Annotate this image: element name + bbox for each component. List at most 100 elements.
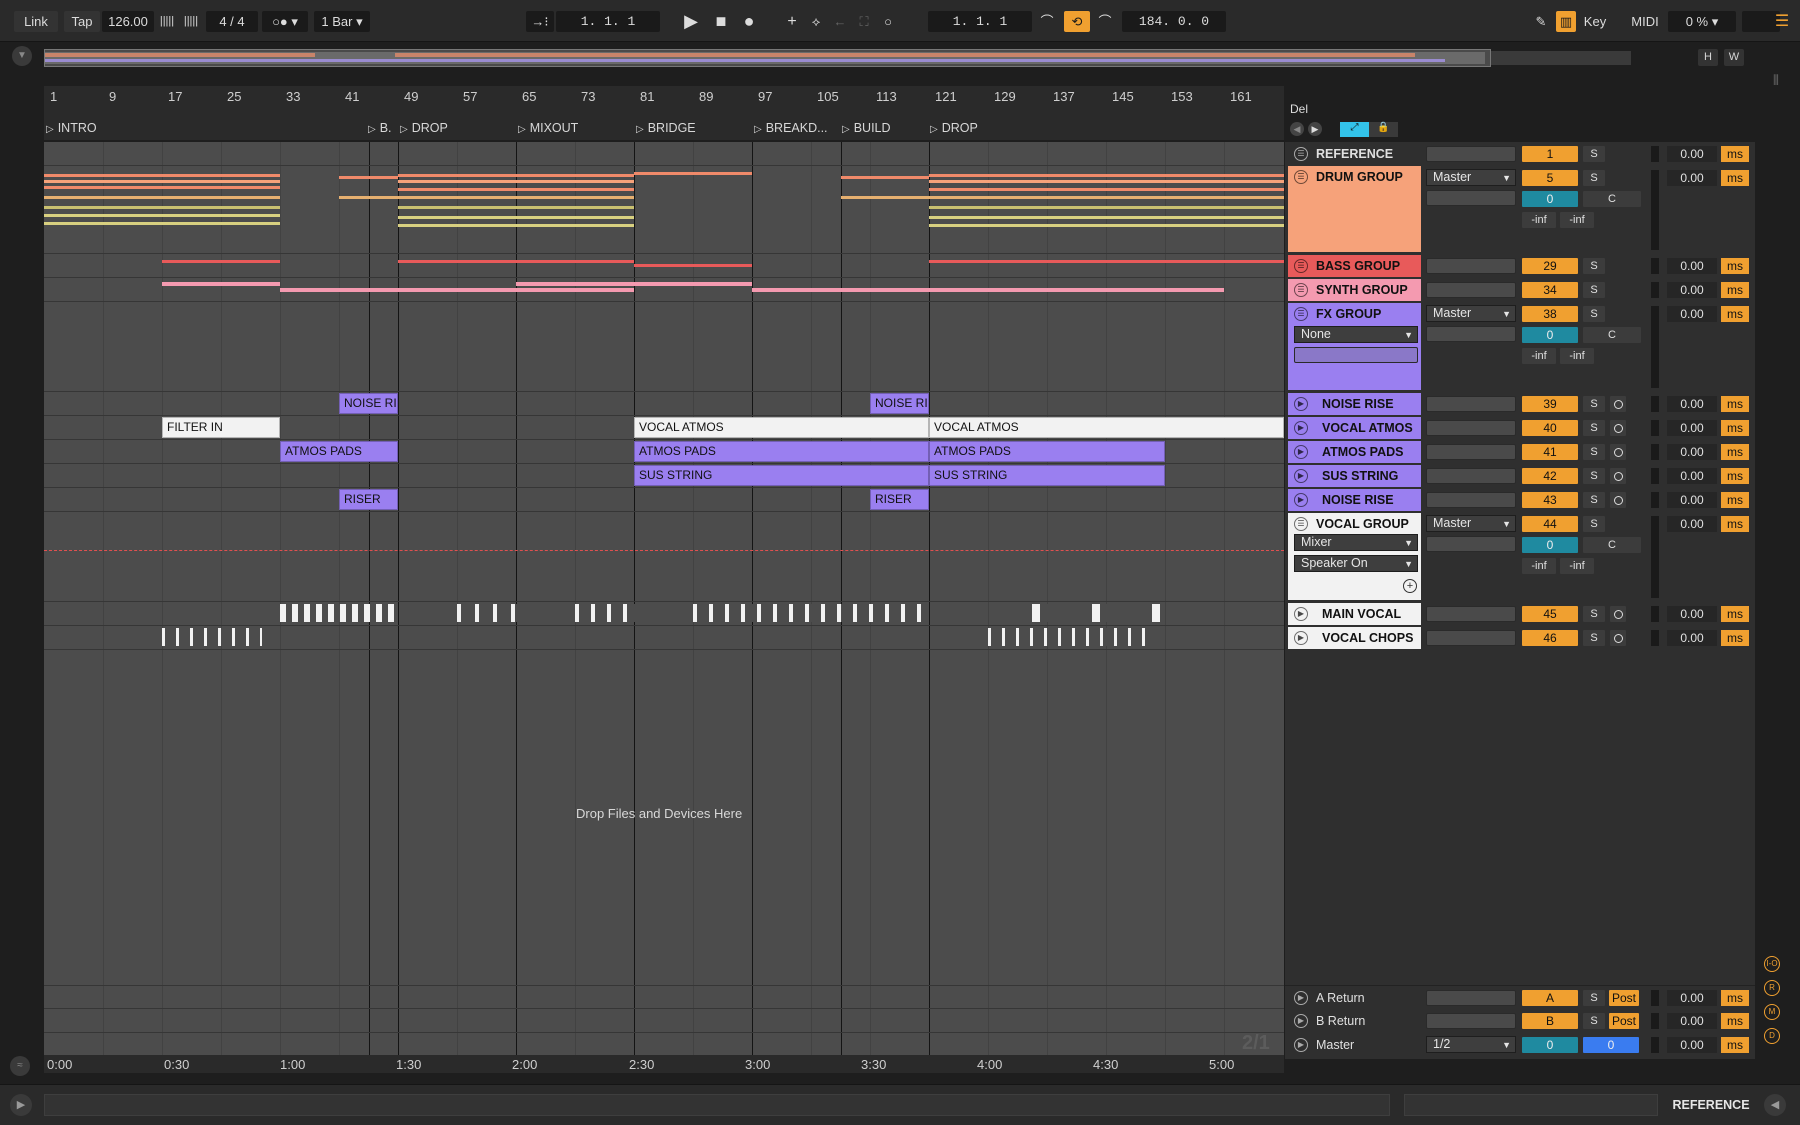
output-routing-dropdown[interactable]: Master: [1426, 515, 1516, 532]
output-routing-dropdown[interactable]: Master: [1426, 305, 1516, 322]
locator-mixout[interactable]: MIXOUT: [518, 121, 579, 135]
track-name[interactable]: ▶ SUS STRING: [1288, 465, 1421, 487]
lane-sus-string[interactable]: SUS STRING SUS STRING: [44, 464, 1284, 488]
delay-unit-button[interactable]: ms: [1721, 420, 1749, 436]
output-channel[interactable]: [1426, 190, 1516, 206]
input-routing[interactable]: [1426, 420, 1516, 436]
delay-toggle-icon[interactable]: D: [1764, 1028, 1780, 1044]
menu-icon[interactable]: ☰: [1772, 11, 1792, 32]
post-button[interactable]: Post: [1609, 990, 1639, 1006]
master-output-dropdown[interactable]: 1/2: [1426, 1036, 1516, 1053]
automation-arm-icon[interactable]: ⟡: [806, 11, 826, 32]
monitor-icon[interactable]: [1610, 630, 1626, 646]
punch-in-icon[interactable]: ⌒: [1036, 11, 1058, 32]
back-to-arrangement-icon[interactable]: ←: [830, 11, 850, 32]
locator-bar[interactable]: INTRO B. DROP MIXOUT BRIDGE BREAKD... BU…: [44, 118, 1284, 140]
solo-button[interactable]: S: [1583, 492, 1605, 508]
track-name[interactable]: ▶ A Return: [1288, 987, 1421, 1009]
lane-noise-rise-2[interactable]: RISER RISER: [44, 488, 1284, 512]
post-button[interactable]: Post: [1609, 1013, 1639, 1029]
loop-start-field[interactable]: 1. 1. 1: [928, 11, 1032, 32]
arrangement-overview[interactable]: [44, 49, 1491, 67]
record-icon[interactable]: ●: [738, 11, 760, 32]
track-reference[interactable]: ☰ REFERENCE 1 S 0.00 ms: [1285, 142, 1755, 166]
input-routing[interactable]: [1426, 630, 1516, 646]
monitor-icon[interactable]: [1610, 444, 1626, 460]
loop-length-field[interactable]: 184. 0. 0: [1122, 11, 1226, 32]
solo-button[interactable]: S: [1583, 170, 1605, 186]
drop-zone-hint[interactable]: Drop Files and Devices Here: [576, 806, 742, 821]
lane-fx-group[interactable]: [44, 302, 1284, 392]
track-volume[interactable]: 29: [1522, 258, 1578, 274]
track-name[interactable]: ▶ VOCAL ATMOS: [1288, 417, 1421, 439]
lane-atmos-pads[interactable]: ATMOS PADS ATMOS PADS ATMOS PADS: [44, 440, 1284, 464]
track-volume[interactable]: 34: [1522, 282, 1578, 298]
add-icon[interactable]: +: [782, 11, 802, 32]
output-channel[interactable]: [1426, 1013, 1516, 1029]
draw-mode-icon[interactable]: ✎: [1530, 11, 1552, 32]
zoom-width-button[interactable]: W: [1724, 49, 1744, 66]
track-delay[interactable]: 0.00: [1667, 396, 1717, 412]
track-name[interactable]: ▶ VOCAL CHOPS: [1288, 627, 1421, 649]
solo-button[interactable]: S: [1583, 516, 1605, 532]
tap-tempo-button[interactable]: Tap: [64, 11, 100, 32]
input-routing[interactable]: [1426, 146, 1516, 162]
arrangement-position-field[interactable]: 1. 1. 1: [556, 11, 660, 32]
track-volume[interactable]: 41: [1522, 444, 1578, 460]
track-name[interactable]: ☰ BASS GROUP: [1288, 255, 1421, 277]
delay-unit-button[interactable]: ms: [1721, 630, 1749, 646]
show-automation-icon[interactable]: ⤢: [1340, 122, 1369, 137]
delay-unit-button[interactable]: ms: [1721, 396, 1749, 412]
track-name[interactable]: ☰ SYNTH GROUP: [1288, 279, 1421, 301]
clip-atmos-pads[interactable]: ATMOS PADS: [280, 441, 398, 462]
follow-icon[interactable]: →⁝: [526, 11, 554, 32]
track-vocal-group[interactable]: ☰ VOCAL GROUP Mixer Speaker On + Master 4…: [1285, 512, 1755, 602]
track-fx-group[interactable]: ☰ FX GROUP None Master 38 S 0 C -inf -inf…: [1285, 302, 1755, 392]
next-locator-icon[interactable]: ▶: [1308, 122, 1322, 136]
expand-view-icon[interactable]: ▶: [10, 1094, 32, 1116]
track-name[interactable]: ☰ REFERENCE: [1288, 143, 1421, 165]
locator-bridge[interactable]: BRIDGE: [636, 121, 696, 135]
returns-toggle-icon[interactable]: R: [1764, 980, 1780, 996]
solo-button[interactable]: S: [1583, 606, 1605, 622]
track-name[interactable]: ▶ NOISE RISE: [1288, 393, 1421, 415]
lane-synth-group[interactable]: [44, 278, 1284, 302]
input-routing[interactable]: [1426, 444, 1516, 460]
output-routing-dropdown[interactable]: Master: [1426, 169, 1516, 186]
delay-unit-button[interactable]: ms: [1721, 258, 1749, 274]
input-routing[interactable]: [1426, 258, 1516, 274]
delay-unit-button[interactable]: ms: [1721, 282, 1749, 298]
solo-button[interactable]: S: [1583, 990, 1605, 1006]
automation-line[interactable]: [44, 550, 1284, 551]
zoom-height-button[interactable]: H: [1698, 49, 1718, 66]
solo-button[interactable]: S: [1583, 282, 1605, 298]
lane-drum-group[interactable]: [44, 166, 1284, 254]
loop-brace-area[interactable]: [44, 106, 1284, 118]
delay-unit-button[interactable]: ms: [1721, 606, 1749, 622]
speaker-dropdown[interactable]: Speaker On: [1294, 555, 1418, 572]
track-delay[interactable]: 0.00: [1667, 516, 1717, 532]
track-name[interactable]: ▶ NOISE RISE: [1288, 489, 1421, 511]
mixer-sections-icon[interactable]: ⦀: [1766, 72, 1786, 96]
io-toggle-icon[interactable]: I-O: [1764, 956, 1780, 972]
track-noise-rise-2[interactable]: ▶ NOISE RISE 43 S 0.00 ms: [1285, 488, 1755, 512]
track-synth-group[interactable]: ☰ SYNTH GROUP 34 S 0.00 ms: [1285, 278, 1755, 302]
overview-toggle-icon[interactable]: ▼: [12, 46, 32, 66]
delay-unit-button[interactable]: ms: [1721, 492, 1749, 508]
pan-center[interactable]: C: [1583, 327, 1641, 343]
track-noise-rise[interactable]: ▶ NOISE RISE 39 S 0.00 ms: [1285, 392, 1755, 416]
stop-icon[interactable]: ■: [710, 11, 732, 32]
lane-b-return[interactable]: [44, 1009, 1284, 1033]
input-routing[interactable]: [1426, 492, 1516, 508]
track-delay[interactable]: 0.00: [1667, 606, 1717, 622]
solo-button[interactable]: S: [1583, 1013, 1605, 1029]
delay-unit-button[interactable]: ms: [1721, 516, 1749, 532]
track-volume[interactable]: 1: [1522, 146, 1578, 162]
delete-locator-button[interactable]: Del: [1290, 102, 1320, 118]
output-channel[interactable]: [1426, 536, 1516, 552]
pan-center[interactable]: C: [1583, 191, 1641, 207]
quantize-dropdown[interactable]: 1 Bar ▾: [314, 11, 370, 32]
punch-out-icon[interactable]: ⌒: [1094, 11, 1116, 32]
track-bass-group[interactable]: ☰ BASS GROUP 29 S 0.00 ms: [1285, 254, 1755, 278]
lane-vocal-atmos[interactable]: FILTER IN VOCAL ATMOS VOCAL ATMOS: [44, 416, 1284, 440]
